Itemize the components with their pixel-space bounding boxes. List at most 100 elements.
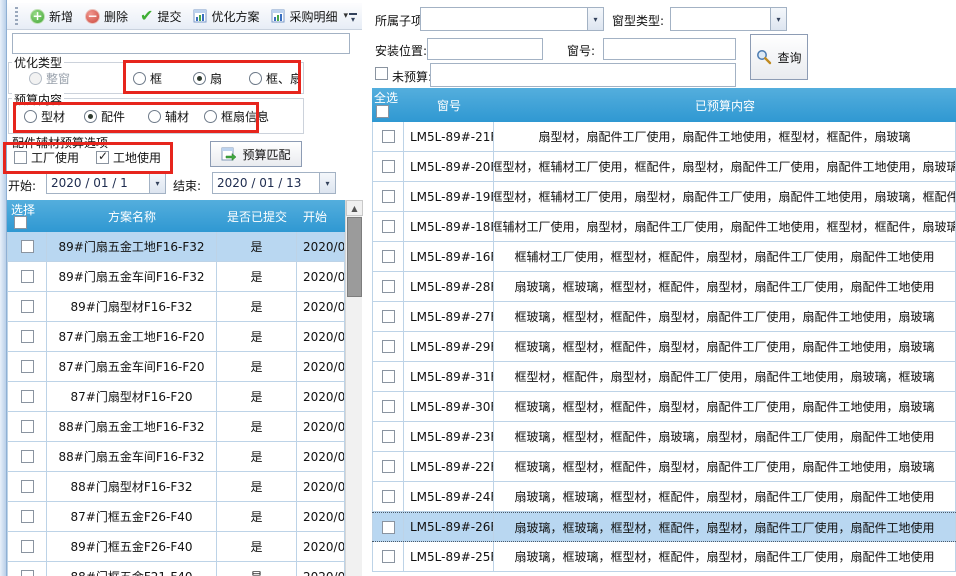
radio-button[interactable] [148,110,161,123]
submitted-column-header[interactable]: 是否已提交 [217,208,297,225]
row-checkbox[interactable] [21,540,34,553]
plan-table-row[interactable]: 89#门框五金F26-F40是2020/0 [7,532,345,562]
plan-table-row[interactable]: 89#门扇五金工地F16-F32是2020/0 [7,232,345,262]
window-table-row[interactable]: LM5L-89#-28F26扇玻璃，框玻璃，框型材，框配件，扇型材，扇配件工厂使… [372,272,956,302]
chevron-down-icon[interactable]: ▾ [319,173,335,193]
submit-button[interactable]: ✔ 提交 [134,6,187,27]
window-table-row[interactable]: LM5L-89#-21F19扇型材，扇配件工厂使用，扇配件工地使用，框型材，框配… [372,122,956,152]
row-checkbox[interactable] [382,550,395,563]
row-checkbox[interactable] [382,280,395,293]
row-checkbox[interactable] [382,370,395,383]
row-checkbox[interactable] [382,430,395,443]
budgeted-content-column-header[interactable]: 已预算内容 [494,97,956,114]
row-checkbox[interactable] [21,420,34,433]
row-checkbox[interactable] [21,300,34,313]
window-table-row[interactable]: LM5L-89#-20F18框型材，框辅材工厂使用，框配件，扇型材，扇配件工厂使… [372,152,956,182]
row-checkbox[interactable] [21,450,34,463]
window-no-column-header[interactable]: 窗号 [404,97,494,114]
checkbox-option-工地使用[interactable]: 工地使用 [96,149,161,166]
budget-match-button[interactable]: 预算匹配 [210,141,302,167]
scrollbar-thumb[interactable] [347,217,362,297]
radio-option-框、扇[interactable]: 框、扇 [249,70,302,87]
window-table-row[interactable]: LM5L-89#-31F29框型材，框配件，扇型材，扇配件工厂使用，扇配件工地使… [372,362,956,392]
chevron-down-icon[interactable]: ▾ [587,8,603,30]
plan-table-row[interactable]: 87#门框五金F26-F40是2020/0 [7,502,345,532]
radio-option-框[interactable]: 框 [133,70,162,87]
row-checkbox[interactable] [382,521,395,534]
row-checkbox[interactable] [21,270,34,283]
install-position-input[interactable] [427,38,543,60]
row-checkbox[interactable] [21,360,34,373]
checkbox[interactable] [14,151,27,164]
query-button[interactable]: 查询 [750,34,808,80]
radio-option-框扇信息[interactable]: 框扇信息 [204,108,269,125]
row-checkbox[interactable] [21,240,34,253]
radio-option-型材[interactable]: 型材 [24,108,65,125]
optimize-plan-button[interactable]: 优化方案 [187,6,265,27]
scroll-up-arrow-icon[interactable]: ▲ [346,200,363,216]
radio-option-辅材[interactable]: 辅材 [148,108,189,125]
radio-option-配件[interactable]: 配件 [84,108,125,125]
window-table-row[interactable]: LM5L-89#-24F22扇玻璃，框玻璃，框型材，框配件，扇型材，扇配件工厂使… [372,482,956,512]
chevron-down-icon[interactable]: ▾ [770,8,786,30]
row-checkbox[interactable] [21,510,34,523]
row-checkbox[interactable] [382,130,395,143]
window-table-row[interactable]: LM5L-89#-26F24扇玻璃，框玻璃，框型材，框配件，扇型材，扇配件工厂使… [372,512,956,542]
start-column-header[interactable]: 开始 [297,208,345,225]
plan-table-row[interactable]: 88#门扇五金工地F16-F32是2020/0 [7,412,345,442]
plan-table-scrollbar[interactable]: ▲ [345,200,362,576]
window-table-row[interactable]: LM5L-89#-16F15框辅材工厂使用，框型材，框配件，扇型材，扇配件工厂使… [372,242,956,272]
row-checkbox[interactable] [382,460,395,473]
row-checkbox[interactable] [21,330,34,343]
delete-button[interactable]: − 删除 [79,6,134,27]
row-checkbox[interactable] [382,160,395,173]
plan-table-row[interactable]: 88#门框五金F21-F40是2020/0 [7,562,345,576]
window-table-row[interactable]: LM5L-89#-23F21框玻璃，框型材，框配件，扇玻璃，扇型材，扇配件工厂使… [372,422,956,452]
purchase-detail-button[interactable]: 采购明细 ▾ [265,6,354,27]
window-table-row[interactable]: LM5L-89#-18F16框辅材工厂使用，扇型材，扇配件工厂使用，扇配件工地使… [372,212,956,242]
row-checkbox[interactable] [382,190,395,203]
plan-table-row[interactable]: 89#门扇型材F16-F32是2020/0 [7,292,345,322]
radio-button[interactable] [204,110,217,123]
toolbar-overflow-button[interactable]: ▾ [346,11,360,27]
window-type-select[interactable]: ▾ [670,7,787,31]
row-checkbox[interactable] [21,480,34,493]
plan-table-row[interactable]: 87#门扇五金工地F16-F20是2020/0 [7,322,345,352]
window-table-row[interactable]: LM5L-89#-29F27框玻璃，框型材，框配件，扇型材，扇配件工厂使用，扇配… [372,332,956,362]
radio-button[interactable] [133,72,146,85]
radio-button[interactable] [249,72,262,85]
select-all-checkbox[interactable] [376,105,389,118]
row-checkbox[interactable] [382,340,395,353]
radio-button[interactable] [24,110,37,123]
plan-table-row[interactable]: 87#门扇五金车间F16-F20是2020/0 [7,352,345,382]
plan-table-row[interactable]: 89#门扇五金车间F16-F32是2020/0 [7,262,345,292]
row-checkbox[interactable] [382,250,395,263]
checkbox[interactable] [96,151,109,164]
row-checkbox[interactable] [21,390,34,403]
no-budget-input[interactable] [430,63,736,87]
add-button[interactable]: + 新增 [24,6,79,27]
radio-button[interactable] [193,72,206,85]
row-checkbox[interactable] [382,220,395,233]
select-all-checkbox[interactable] [14,216,27,229]
date-start-picker[interactable]: 2020 / 01 / 1 ▾ [46,172,166,194]
plan-table-row[interactable]: 88#门扇型材F16-F32是2020/0 [7,472,345,502]
no-budget-checkbox[interactable] [375,67,388,80]
checkbox-option-工厂使用[interactable]: 工厂使用 [14,149,79,166]
window-table-row[interactable]: LM5L-89#-19F17框型材，框辅材工厂使用，扇型材，扇配件工厂使用，扇配… [372,182,956,212]
chevron-down-icon[interactable]: ▾ [149,173,165,193]
docked-panel-edge[interactable] [0,0,7,576]
date-end-picker[interactable]: 2020 / 01 / 13 ▾ [212,172,336,194]
window-table-row[interactable]: LM5L-89#-25F23扇玻璃，框玻璃，框型材，框配件，扇型材，扇配件工厂使… [372,542,956,572]
plan-name-column-header[interactable]: 方案名称 [47,208,217,225]
row-checkbox[interactable] [382,400,395,413]
toolbar-grip[interactable] [15,7,18,25]
window-table-row[interactable]: LM5L-89#-27F25框玻璃，框型材，框配件，扇型材，扇配件工厂使用，扇配… [372,302,956,332]
plan-table-row[interactable]: 87#门扇型材F16-F20是2020/0 [7,382,345,412]
window-no-input[interactable] [603,38,736,60]
plan-table-row[interactable]: 88#门扇五金车间F16-F32是2020/0 [7,442,345,472]
radio-option-扇[interactable]: 扇 [193,70,222,87]
row-checkbox[interactable] [382,310,395,323]
row-checkbox[interactable] [382,490,395,503]
radio-button[interactable] [84,110,97,123]
